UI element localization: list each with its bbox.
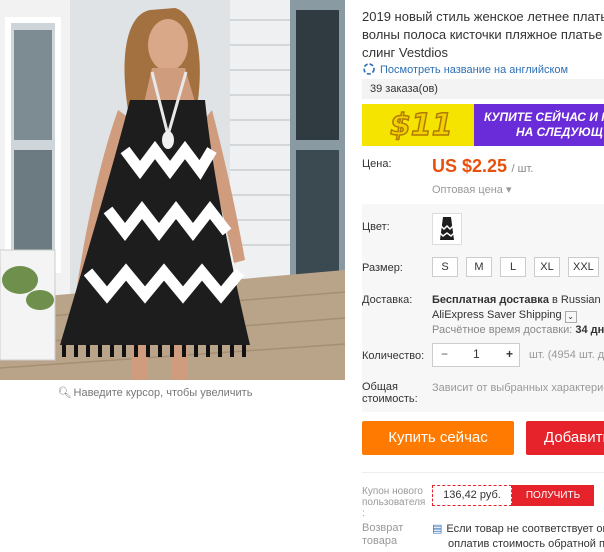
size-option-xxl[interactable]: XXL [568,257,599,277]
size-option-s[interactable]: S [432,257,458,277]
returns-policy: ▤ Если товар не соответствует опи оплатив… [432,522,604,552]
quantity-decrease-button[interactable]: − [441,347,448,361]
product-title-line: 2019 новый стиль женское летнее плать [362,9,604,24]
quantity-increase-button[interactable]: + [506,347,513,361]
promo-amount-tag: $11 [362,104,474,146]
total-label-line: Общая [362,381,398,393]
shipping-method: AliExpress Saver Shipping [432,309,562,321]
total-note: Зависит от выбранных характерист [432,382,604,394]
size-option-m[interactable]: M [466,257,492,277]
price: US $2.25 / шт. [432,156,533,177]
get-coupon-button[interactable]: ПОЛУЧИТЬ [512,485,594,506]
zoom-hint-text: Наведите курсор, чтобы увеличить [73,387,253,399]
free-shipping-text: Бесплатная доставка [432,294,549,306]
product-image[interactable] [0,0,345,380]
buy-now-button[interactable]: Купить сейчас [362,421,514,455]
shipping-method-select[interactable]: AliExpress Saver Shipping ⌄ [432,308,604,323]
zoom-hint: 🔍︎ Наведите курсор, чтобы увеличить [0,386,310,399]
wholesale-price-dropdown[interactable]: Оптовая цена ▾ [432,183,511,196]
translate-icon [363,63,375,75]
orders-count: 39 заказа(ов) [362,79,604,99]
promo-banner[interactable]: $11 КУПИТЕ СЕЙЧАС И П НА СЛЕДУЮЩ [362,104,604,146]
magnifier-icon: 🔍︎ [57,387,72,399]
coupon-value: 136,42 руб. [432,485,512,506]
total-label: Общая стоимость: [362,381,418,405]
size-option-xl[interactable]: XL [534,257,560,277]
color-label: Цвет: [362,221,390,233]
coupon-label-line: Купон нового [362,486,423,497]
product-photo-illustration [0,0,345,380]
delivery-estimate-value: 34 дн. [572,324,604,336]
returns-policy-line: Если товар не соответствует опи [446,523,604,535]
promo-amount: $11 [389,107,453,144]
quantity-stepper: − 1 + [432,343,520,367]
stock-available: шт. (4954 шт. дост [529,349,604,361]
coupon-label-line: пользователя [362,497,426,508]
divider [362,472,604,473]
delivery-estimate-label: Расчётное время доставки: [432,324,573,336]
promo-text: КУПИТЕ СЕЙЧАС И П НА СЛЕДУЮЩ [484,110,604,140]
quantity-input[interactable]: 1 [473,347,480,361]
new-user-coupon-label: Купон нового пользователя : [362,486,425,519]
product-title-line: слинг Vestdios [362,45,449,60]
returns-label-line: товара [362,535,398,547]
price-label: Цена: [362,158,392,170]
returns-label: Возврат товара [362,522,403,548]
color-option-thumbnail[interactable] [432,213,462,245]
size-label: Размер: [362,262,403,274]
quantity-label: Количество: [362,350,425,362]
product-info-panel: 2019 новый стиль женское летнее плать во… [362,0,604,550]
price-value: US $2.25 [432,156,508,176]
total-label-line: стоимость: [362,393,418,405]
chevron-down-icon: ⌄ [564,311,577,323]
shipping-info: Бесплатная доставка в Russian Fe AliExpr… [432,293,604,338]
promo-text-line: НА СЛЕДУЮЩ [516,125,603,139]
view-english-title-link[interactable]: Посмотреть название на английском [362,62,568,76]
returns-label-line: Возврат [362,522,404,534]
coupon-label-line: : [362,508,365,519]
promo-text-line: КУПИТЕ СЕЙЧАС И П [484,110,604,124]
product-title: 2019 новый стиль женское летнее плать во… [362,8,604,62]
shipping-destination[interactable]: в Russian Fe [549,294,604,306]
product-title-line: волны полоса кисточки пляжное платье [362,27,603,42]
dress-thumbnail-icon [439,217,455,240]
size-option-l[interactable]: L [500,257,526,277]
view-english-title-text: Посмотреть название на английском [380,64,569,76]
add-to-cart-button[interactable]: Добавить [526,421,604,455]
shipping-label: Доставка: [362,294,413,306]
price-unit: / шт. [511,163,534,175]
return-policy-icon: ▤ [432,523,443,535]
size-options: S M L XL XXL [432,257,599,277]
